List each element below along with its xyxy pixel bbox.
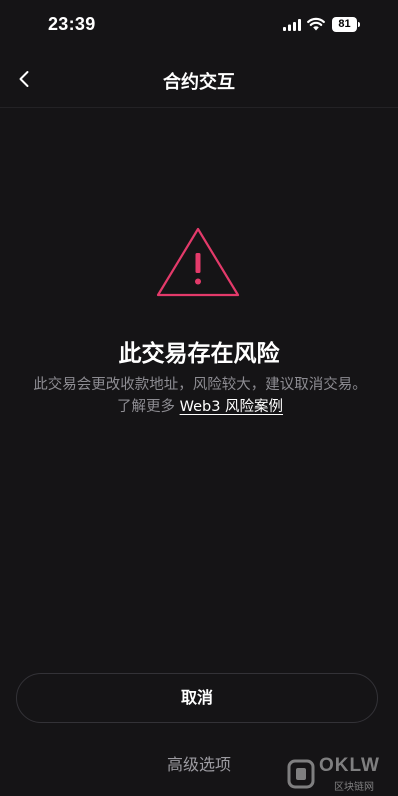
watermark-subtext: 区块链网 <box>334 782 374 793</box>
battery-icon: 81 <box>332 17 361 32</box>
web3-risk-cases-link[interactable]: Web3 风险案例 <box>180 399 283 415</box>
wifi-icon <box>307 17 325 31</box>
watermark-logo-icon <box>287 759 315 789</box>
cellular-signal-icon <box>283 19 301 31</box>
warning-title: 此交易存在风险 <box>118 341 280 367</box>
nav-bar: 合约交互 <box>0 52 398 108</box>
warning-description: 此交易会更改收款地址，风险较大，建议取消交易。了解更多 Web3 风险案例 <box>28 374 372 418</box>
warning-triangle-icon <box>156 227 240 297</box>
contract-interaction-screen: 23:39 81 合约交互 此交易存在风险 此交易会更改收款地址，风险较大，建议… <box>0 0 398 796</box>
cancel-button[interactable]: 取消 <box>16 673 378 723</box>
status-time: 23:39 <box>48 14 96 34</box>
watermark-brand: OKLW <box>319 755 380 776</box>
watermark: OKLW 区块链网 <box>287 755 395 793</box>
status-bar: 23:39 81 <box>0 0 398 52</box>
page-title: 合约交互 <box>163 72 235 93</box>
battery-tip <box>358 22 360 27</box>
battery-level: 81 <box>332 17 357 32</box>
